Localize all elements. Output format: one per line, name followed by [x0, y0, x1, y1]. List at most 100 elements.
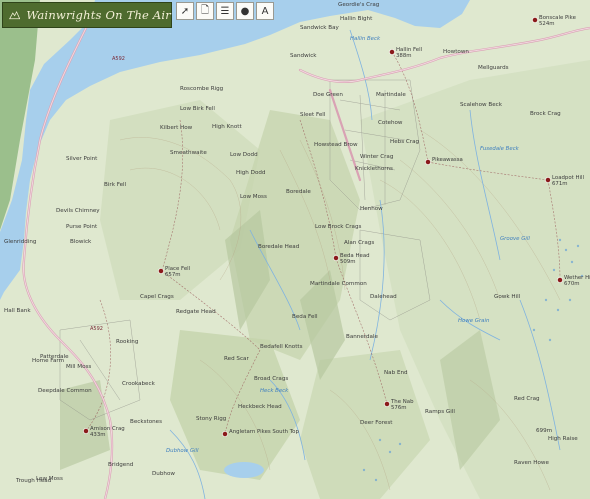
angle-tarn — [224, 462, 264, 478]
place-label: Cotehow — [378, 120, 403, 126]
place-label: Birk Fell — [104, 182, 127, 188]
place-label: Bedafell Knotts — [260, 344, 303, 350]
place-label: Roscombe Rigg — [180, 86, 224, 92]
place-label: Beda Fell — [292, 314, 318, 320]
place-label: Howtown — [443, 49, 469, 55]
summit-name: Pikeawassa — [432, 157, 463, 163]
place-label: Stony Rigg — [196, 416, 227, 422]
place-label: Sandwick — [290, 53, 317, 59]
place-label: Devils Chimney — [56, 208, 100, 214]
road-label: A592 — [112, 56, 125, 62]
cursor-icon: ➚ — [180, 5, 190, 17]
place-label: Raven Howe — [514, 460, 549, 466]
water-label: Howe Grain — [458, 318, 490, 324]
place-label: Dalehead — [370, 294, 397, 300]
app-title-banner: Wainwrights On The Air — [2, 2, 172, 28]
water-label: Heck Beck — [260, 388, 289, 394]
summit-height: 509m — [340, 259, 356, 265]
summit-dot-icon[interactable] — [557, 277, 563, 283]
water-label: Dubhow Gill — [166, 448, 199, 454]
place-label: Hebs Crag — [390, 139, 420, 145]
summit-dot-icon[interactable] — [389, 49, 395, 55]
document-icon: 🗋 — [200, 4, 210, 16]
place-label: Red Scar — [224, 356, 249, 362]
summit-dot-icon[interactable] — [545, 177, 551, 183]
place-label: Crookabeck — [122, 381, 156, 387]
water-label: Hallin Beck — [350, 36, 381, 42]
place-label: Henhow — [360, 206, 383, 212]
place-label: Blowick — [70, 239, 92, 245]
place-label: Boredale — [286, 189, 311, 195]
place-label: Rooking — [116, 339, 139, 345]
place-label: Scalehow Beck — [460, 102, 503, 108]
place-label: Home Farm — [32, 358, 64, 364]
place-label: Howstead Brow — [314, 142, 358, 148]
summit-name: Angletarn Pikes South Top — [229, 429, 299, 435]
list-tool-button[interactable]: ☰ — [216, 2, 234, 20]
place-label: Sleet Fell — [300, 112, 326, 118]
water-label: Fusedale Beck — [480, 146, 520, 152]
place-label: Martindale Common — [310, 281, 367, 287]
place-label: Purse Point — [66, 224, 98, 230]
map-toolbar: ➚ 🗋 ☰ ● A — [176, 2, 274, 20]
place-label: Alan Crags — [344, 240, 374, 246]
place-label: Heckbeck Head — [238, 404, 282, 410]
place-label: Doe Green — [313, 92, 343, 98]
place-label: High Dodd — [236, 170, 266, 176]
summit-height: 657m — [165, 272, 181, 278]
place-label: Silver Point — [66, 156, 98, 162]
place-label: Low Birk Fell — [180, 106, 215, 112]
place-label: Martindale — [376, 92, 406, 98]
place-label: Low Dodd — [230, 152, 258, 158]
place-label: High Raise — [548, 436, 578, 442]
summit-dot-icon[interactable] — [425, 159, 431, 165]
place-label: 699m — [536, 428, 552, 434]
summit-dot-icon[interactable] — [384, 401, 390, 407]
marker-tool-button[interactable]: ● — [236, 2, 254, 20]
place-label: Ramps Gill — [425, 409, 455, 415]
place-label: Winter Crag — [360, 154, 394, 160]
dot-icon: ● — [240, 5, 250, 17]
place-label: Capel Crags — [140, 294, 174, 300]
place-label: Knicklethorns — [355, 166, 393, 172]
water-label: Groove Gill — [500, 236, 530, 242]
place-label: Dubhow — [152, 471, 175, 477]
place-label: Mill Moss — [66, 364, 91, 370]
place-label: Smeathwaite — [170, 150, 207, 156]
place-label: Red Crag — [514, 396, 540, 402]
summit-dot-icon[interactable] — [532, 17, 538, 23]
summit-height: 388m — [396, 53, 412, 59]
place-label: Bridgend — [108, 462, 134, 468]
place-label: Low Brock Crags — [315, 224, 362, 230]
place-label: Hallin Bight — [340, 16, 373, 22]
app-title: Wainwrights On The Air — [26, 8, 171, 22]
summit-height: 670m — [564, 281, 580, 287]
place-label: Hall Bank — [4, 308, 31, 314]
place-label: Redgate Head — [176, 309, 216, 315]
place-label: Broad Crags — [254, 376, 288, 382]
summit-height: 576m — [391, 405, 407, 411]
summit-dot-icon[interactable] — [222, 431, 228, 437]
text-icon: A — [261, 5, 269, 17]
place-label: Kilbert How — [160, 125, 193, 131]
map-canvas[interactable]: A592 A592 Hallin Beck Fusedale Beck Groove … — [0, 0, 590, 499]
summit-dot-icon[interactable] — [83, 428, 89, 434]
summit-dot-icon[interactable] — [333, 255, 339, 261]
place-label: Geordie's Crag — [338, 2, 380, 8]
place-label: High Knott — [212, 124, 242, 130]
summit-dot-icon[interactable] — [158, 268, 164, 274]
place-label: Sandwick Bay — [300, 25, 340, 31]
cursor-tool-button[interactable]: ➚ — [176, 2, 194, 20]
text-tool-button[interactable]: A — [256, 2, 274, 20]
place-label: Beckstones — [130, 419, 162, 425]
place-label: Bannerdale — [346, 334, 379, 340]
summit-height: 433m — [90, 432, 106, 438]
summit-height: 671m — [552, 181, 568, 187]
place-label: Low Moss — [240, 194, 267, 200]
place-label: Glenridding — [4, 239, 37, 245]
place-label: Low Moss — [36, 476, 63, 482]
document-tool-button[interactable]: 🗋 — [196, 2, 214, 20]
place-label: Mellguards — [478, 65, 509, 71]
place-label: Deepdale Common — [38, 388, 92, 394]
place-label: Brock Crag — [530, 111, 561, 117]
